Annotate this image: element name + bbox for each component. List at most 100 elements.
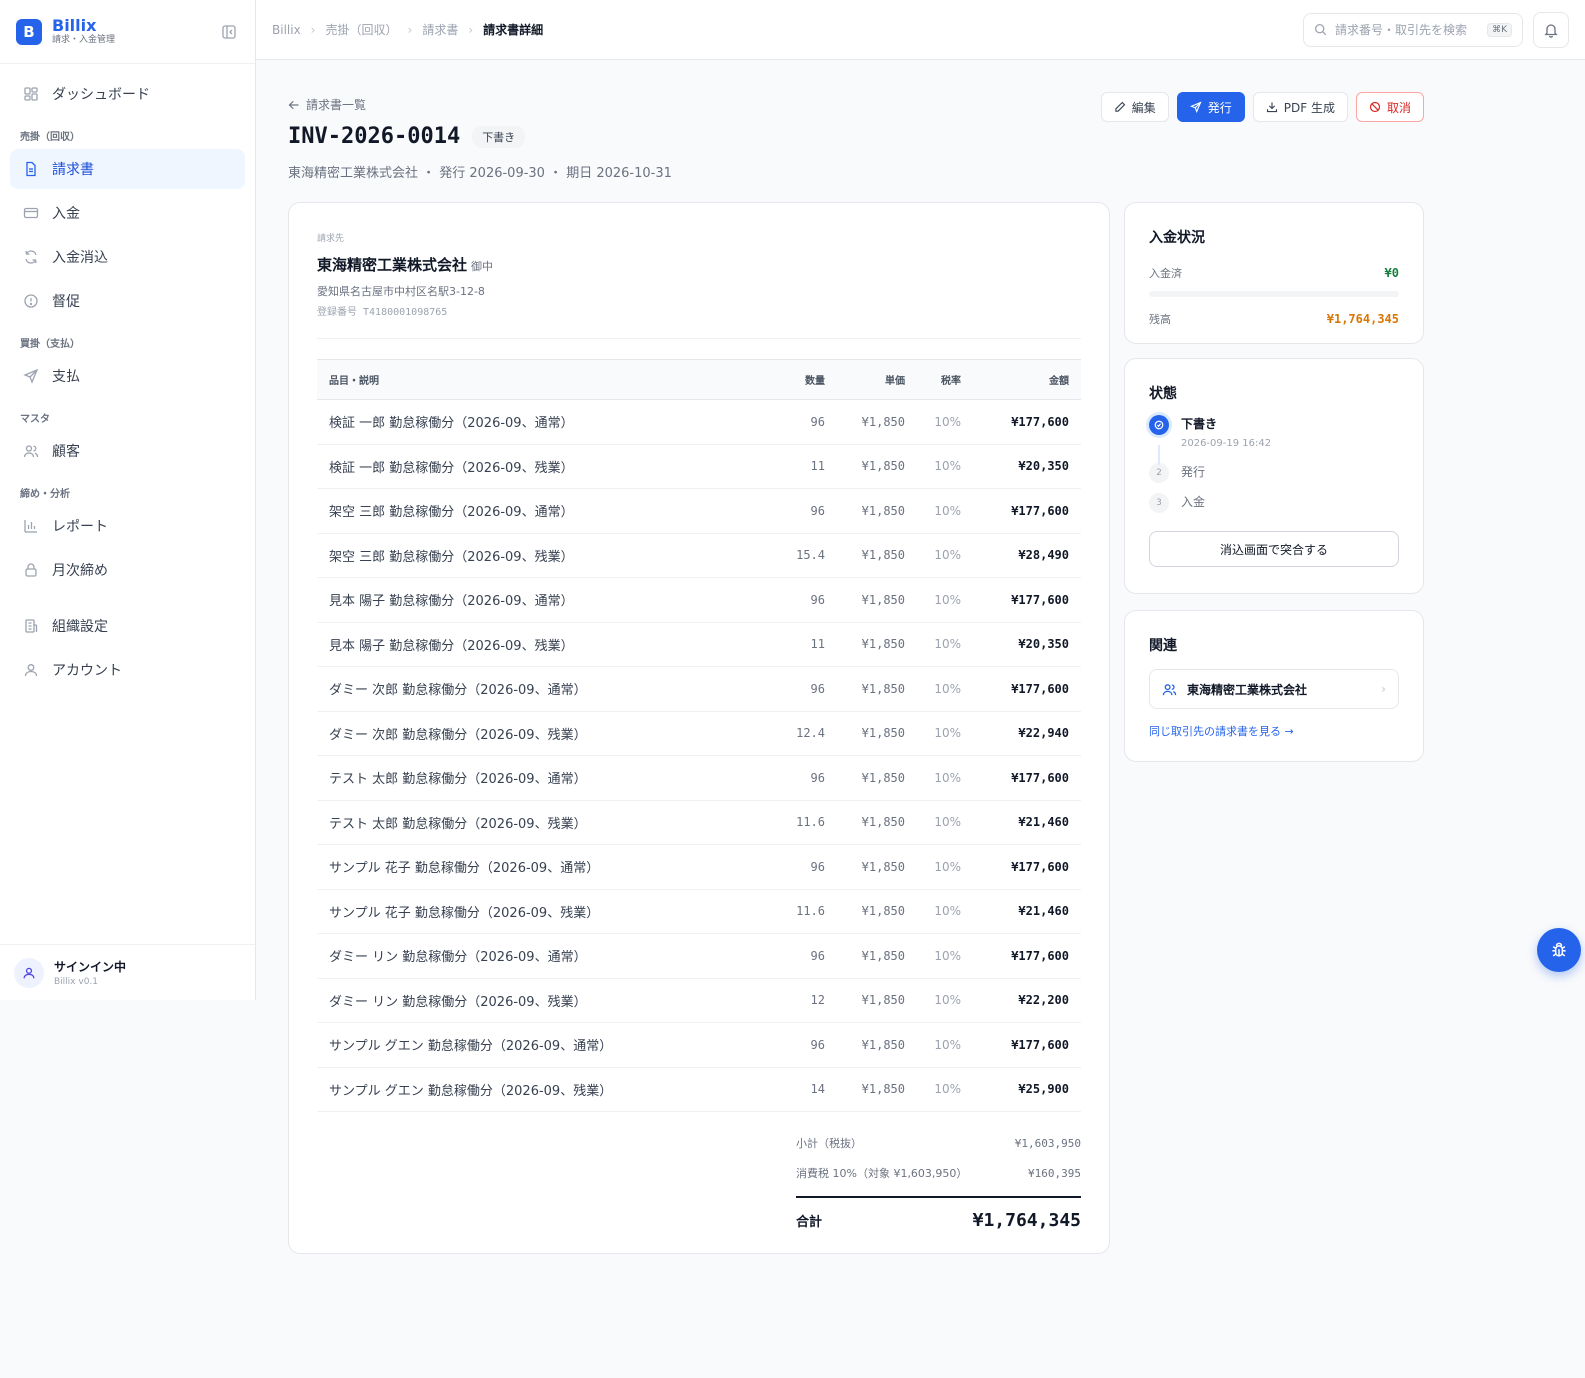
item-tax-rate: 10% [917,844,973,890]
nav-section-title: マスタ [20,414,50,425]
item-amount: ¥22,940 [973,711,1081,756]
search-input[interactable]: 請求番号・取引先を検索 ⌘K [1303,12,1523,47]
item-amount: ¥177,600 [973,933,1081,979]
pdf-button[interactable]: PDF 生成 [1252,92,1348,122]
status-card: 状態 下書き 2026-09-19 16:42 2 発行 3 入金 消込画面で突… [1124,358,1424,594]
back-link-label: 請求書一覧 [306,98,367,112]
notifications-button[interactable] [1533,11,1569,48]
customer-name: 東海精密工業株式会社 [317,256,468,274]
back-link[interactable]: 請求書一覧 [288,96,366,113]
item-description: ダミー 次郎 勤怠稼働分（2026-09、通常） [317,666,767,712]
sidebar-item-payments[interactable]: 入金 [10,193,245,233]
related-customer-link[interactable]: 東海精密工業株式会社 › [1149,669,1399,709]
col-price: 単価 [837,359,917,400]
payment-status-title: 入金状況 [1149,230,1205,246]
cancel-button[interactable]: 取消 [1355,92,1424,122]
item-tax-rate: 10% [917,444,973,489]
sidebar-item-org-settings[interactable]: 組織設定 [10,606,245,646]
invoice-meta: 東海精密工業株式会社 ・ 発行 2026-09-30 ・ 期日 2026-10-… [288,166,672,181]
item-unit-price: ¥1,850 [837,399,917,445]
sidebar-item-reconcile[interactable]: 入金消込 [10,237,245,277]
item-amount: ¥28,490 [973,533,1081,578]
breadcrumb-item[interactable]: 売掛（回収） [325,21,397,38]
sidebar-item-label: 組織設定 [52,619,108,635]
related-title: 関連 [1149,638,1177,654]
table-row: サンプル 花子 勤怠稼働分（2026-09、残業） 11.6 ¥1,850 10% ¥2… [317,889,1081,934]
sidebar-item-reports[interactable]: レポート [10,506,245,546]
sidebar-item-dashboard[interactable]: ダッシュボード [10,74,245,114]
item-unit-price: ¥1,850 [837,978,917,1023]
user-icon [22,661,40,679]
lock-icon [22,561,40,579]
sidebar-item-dunning[interactable]: 督促 [10,281,245,321]
item-unit-price: ¥1,850 [837,933,917,979]
paid-label: 入金済 [1149,267,1182,280]
refresh-icon [22,248,40,266]
signed-in-user[interactable]: サインイン中 Billix v0.1 [0,944,255,1000]
invoice-document: 請求先 東海精密工業株式会社 御中 愛知県名古屋市中村区名駅3-12-8 登録番号… [288,202,1110,1254]
breadcrumb-item[interactable]: 請求書 [422,21,458,38]
item-description: 見本 陽子 勤怠稼働分（2026-09、残業） [317,622,767,667]
nav-section-title: 買掛（支払） [20,339,80,350]
table-row: サンプル 花子 勤怠稼働分（2026-09、通常） 96 ¥1,850 10% ¥177… [317,844,1081,890]
sidebar-item-label: 入金消込 [52,250,108,266]
item-unit-price: ¥1,850 [837,1022,917,1068]
users-icon [1162,682,1177,697]
item-tax-rate: 10% [917,1022,973,1068]
item-quantity: 15.4 [767,533,837,578]
sidebar-item-payables[interactable]: 支払 [10,356,245,396]
same-customer-invoices-link[interactable]: 同じ取引先の請求書を見る → [1149,723,1399,739]
brand-subtitle: 請求・入金管理 [52,35,116,45]
step-time: 2026-09-19 16:42 [1181,438,1272,449]
bill-to-address: 愛知県名古屋市中村区名駅3-12-8 [317,285,485,298]
item-tax-rate: 10% [917,399,973,445]
registration-number: 登録番号 T4180001098765 [317,307,448,318]
stepper-connector [1158,445,1160,465]
sidebar-collapse-icon[interactable] [219,22,239,42]
col-qty: 数量 [767,359,837,400]
subtotal-value: ¥1,603,950 [1014,1136,1081,1150]
line-items-table: 品目・説明 数量 単価 税率 金額 検証 一郎 勤怠稼働分（2026-09、通常… [317,359,1081,1112]
item-description: テスト 太郎 勤怠稼働分（2026-09、残業） [317,800,767,845]
item-quantity: 96 [767,933,837,979]
sidebar-item-monthly-close[interactable]: 月次締め [10,550,245,590]
status-step: 3 入金 [1149,493,1399,513]
check-circle-icon [1149,415,1169,435]
item-amount: ¥177,600 [973,577,1081,623]
item-tax-rate: 10% [917,577,973,623]
bug-report-button[interactable] [1537,928,1581,972]
table-row: 架空 三郎 勤怠稼働分（2026-09、残業） 15.4 ¥1,850 10% ¥28,… [317,533,1081,578]
breadcrumb-item[interactable]: Billix [272,23,301,37]
table-row: サンプル グエン 勤怠稼働分（2026-09、通常） 96 ¥1,850 10% ¥17… [317,1022,1081,1068]
table-row: ダミー 次郎 勤怠稼働分（2026-09、通常） 96 ¥1,850 10% ¥177,… [317,666,1081,712]
total-label: 合計 [796,1215,823,1230]
status-step: 2 発行 [1149,463,1399,483]
item-quantity: 96 [767,666,837,712]
item-unit-price: ¥1,850 [837,488,917,534]
reconcile-button[interactable]: 消込画面で突合する [1149,531,1399,567]
item-description: テスト 太郎 勤怠稼働分（2026-09、通常） [317,755,767,801]
item-quantity: 96 [767,399,837,445]
dashboard-icon [22,85,40,103]
ban-icon [1369,101,1381,113]
item-unit-price: ¥1,850 [837,844,917,890]
item-tax-rate: 10% [917,622,973,667]
sidebar-item-account[interactable]: アカウント [10,650,245,690]
sidebar-item-invoices[interactable]: 請求書 [10,149,245,189]
table-row: 検証 一郎 勤怠稼働分（2026-09、通常） 96 ¥1,850 10% ¥177,6… [317,399,1081,445]
item-amount: ¥25,900 [973,1067,1081,1112]
bill-to-name: 東海精密工業株式会社 御中 [317,254,1081,275]
brand-logo[interactable]: B [16,18,42,45]
paid-value: ¥0 [1384,266,1399,280]
line-items-body: 検証 一郎 勤怠稼働分（2026-09、通常） 96 ¥1,850 10% ¥177,6… [317,399,1081,1112]
status-badge: 下書き [472,125,526,148]
subtotal-row: 小計（税抜） ¥1,603,950 [796,1128,1081,1158]
step-label: 入金 [1181,495,1206,509]
issue-button[interactable]: 発行 [1176,92,1245,122]
brand-name[interactable]: Billix [52,17,115,35]
sidebar-item-customers[interactable]: 顧客 [10,431,245,471]
item-quantity: 96 [767,755,837,801]
search-icon [1314,23,1327,36]
edit-button[interactable]: 編集 [1100,92,1169,122]
table-row: 検証 一郎 勤怠稼働分（2026-09、残業） 11 ¥1,850 10% ¥20,35… [317,444,1081,489]
